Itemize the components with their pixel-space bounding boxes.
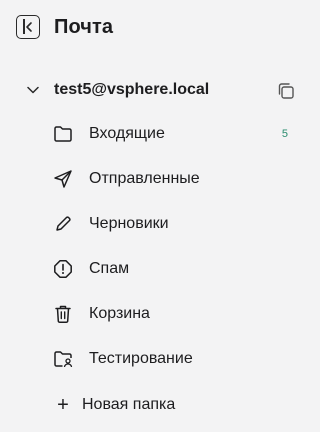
folder-label: Входящие	[89, 125, 165, 142]
folder-item-trash[interactable]: Корзина	[52, 301, 292, 327]
folder-item-spam[interactable]: Спам	[52, 256, 292, 282]
folder-label: Тестирование	[89, 350, 193, 367]
page-title: Почта	[54, 15, 114, 38]
folder-item-inbox[interactable]: Входящие 5	[52, 121, 292, 147]
folder-label: Корзина	[89, 305, 150, 322]
folder-item-sent[interactable]: Отправленные	[52, 166, 292, 192]
account-row[interactable]: test5@vsphere.local	[26, 78, 296, 102]
plus-icon: +	[57, 394, 69, 416]
trash-icon	[52, 303, 74, 325]
folder-item-testing[interactable]: Тестирование	[52, 346, 292, 372]
account-name: test5@vsphere.local	[54, 81, 210, 98]
sidebar-collapse-icon[interactable]	[16, 15, 40, 39]
chevron-down-icon[interactable]	[26, 83, 40, 97]
header: Почта	[16, 12, 113, 42]
new-folder-button[interactable]: + Новая папка	[56, 393, 175, 417]
send-icon	[52, 168, 74, 190]
folder-label: Спам	[89, 260, 130, 277]
new-folder-label: Новая папка	[82, 396, 176, 413]
shared-folder-icon	[52, 348, 74, 370]
spam-icon	[52, 258, 74, 280]
copy-icon[interactable]	[276, 81, 296, 106]
folder-item-drafts[interactable]: Черновики	[52, 211, 292, 237]
unread-count-badge: 5	[281, 128, 288, 140]
folder-label: Черновики	[89, 215, 169, 232]
folder-icon	[52, 123, 74, 145]
pencil-icon	[52, 213, 74, 235]
folder-label: Отправленные	[89, 170, 200, 187]
